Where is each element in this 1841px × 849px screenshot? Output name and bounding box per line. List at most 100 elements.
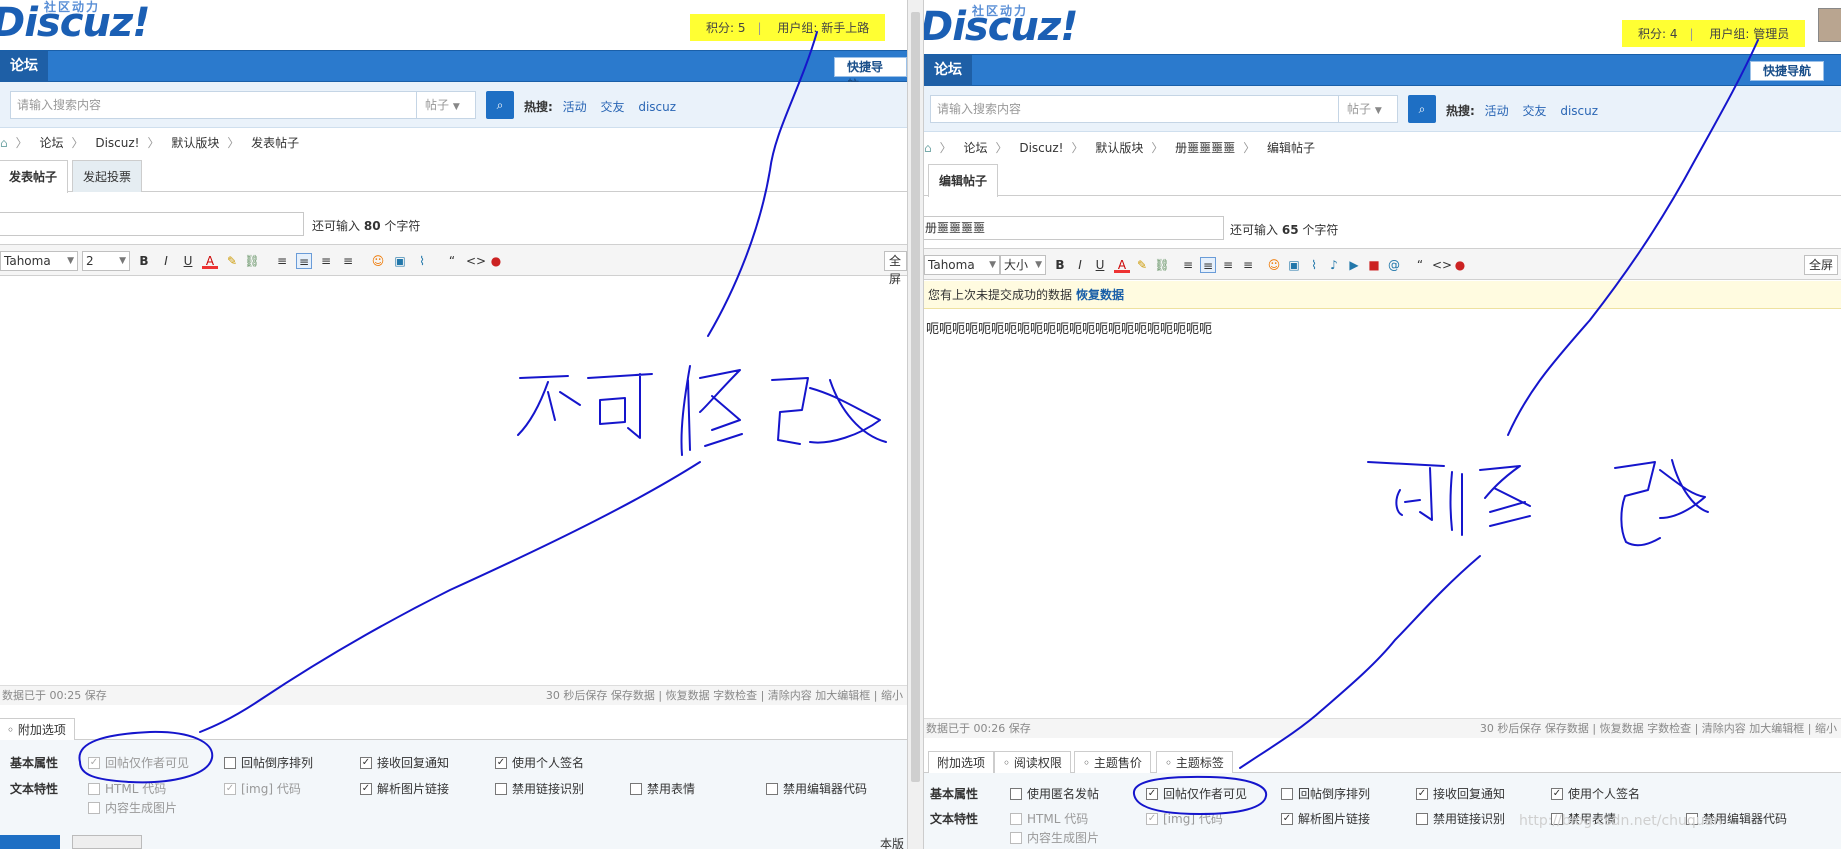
align-right-icon[interactable]: ≡ [340,253,356,269]
link-icon[interactable]: ⛓ [1154,257,1170,273]
quote-icon[interactable]: “ [1412,257,1428,273]
hot-link-discuz[interactable]: discuz [638,100,676,114]
title-input[interactable] [0,212,304,236]
search-type-select[interactable]: 帖子 ▼ [416,91,476,119]
save-draft-button[interactable] [72,835,142,849]
flash-icon[interactable]: ■ [1366,257,1382,273]
hot-link-activity[interactable]: 活动 [563,100,587,114]
window-scrollbar[interactable] [907,0,924,849]
checkbox-reverse-order[interactable]: 回帖倒序排列 [1281,785,1370,802]
quick-nav-button[interactable]: 快捷导航 [1750,61,1825,81]
editor-content-area[interactable]: 呃呃呃呃呃呃呃呃呃呃呃呃呃呃呃呃呃呃呃呃呃呃 [926,318,1806,708]
link-icon[interactable]: ⛓ [244,253,260,269]
board-rules-link[interactable]: 本版 [880,835,904,849]
tab-extra-options[interactable]: ◦ 附加选项 [0,718,75,741]
breadcrumb-default-board[interactable]: 默认版块 [1095,141,1143,155]
font-family-select[interactable]: Tahoma ▼ [924,255,1000,275]
home-icon[interactable]: ⌂ [0,136,8,150]
mention-icon[interactable]: @ [1386,257,1402,273]
search-button[interactable]: ⌕ [486,91,514,119]
align-right-icon[interactable]: ≡ [1240,257,1256,273]
magic-wand-icon[interactable]: ✎ [224,253,240,269]
hot-link-discuz[interactable]: discuz [1560,104,1598,118]
align-center-icon[interactable]: ≡ [1200,257,1216,273]
checkbox-disable-link-detect[interactable]: 禁用链接识别 [495,780,584,797]
points-link[interactable]: 积分: 4 [1638,27,1678,41]
font-size-select[interactable]: 2 ▼ [82,251,130,271]
search-button[interactable]: ⌕ [1408,95,1436,123]
attachment-icon[interactable]: ⌇ [1306,257,1322,273]
checkbox-reverse-order[interactable]: 回帖倒序排列 [224,754,313,771]
image-icon[interactable]: ▣ [392,253,408,269]
underline-icon[interactable]: U [1092,257,1108,273]
font-color-icon[interactable]: A [1114,257,1130,273]
checkbox-reply-notify[interactable]: ✓ 接收回复通知 [360,754,449,771]
smiley-icon[interactable]: ☺ [1266,257,1282,273]
checkbox-disable-smilies[interactable]: 禁用表情 [630,780,695,797]
breadcrumb-forum[interactable]: 论坛 [963,141,987,155]
tab-read-permission[interactable]: ◦ 阅读权限 [994,751,1071,774]
submit-button[interactable] [0,835,60,849]
breadcrumb-default-board[interactable]: 默认版块 [171,136,219,150]
search-input[interactable]: 请输入搜索内容 [10,91,417,119]
usergroup-link[interactable]: 用户组: 新手上路 [777,21,869,35]
points-link[interactable]: 积分: 5 [706,21,746,35]
code-icon[interactable]: <> [466,253,486,269]
hot-link-friends[interactable]: 交友 [1522,104,1546,118]
title-input[interactable]: 册噩噩噩噩 [924,216,1224,240]
attachment-icon[interactable]: ⌇ [414,253,430,269]
editor-content-area[interactable] [4,290,884,674]
checkbox-use-signature[interactable]: ✓ 使用个人签名 [1551,785,1640,802]
editor-actions[interactable]: 30 秒后保存 保存数据 | 恢复数据 字数检查 | 清除内容 加大编辑框 | … [546,686,903,706]
avatar[interactable] [1818,8,1841,42]
checkbox-content-to-image[interactable]: 内容生成图片 [1010,829,1099,846]
tab-extra-options[interactable]: 附加选项 [928,751,995,774]
align-left-icon[interactable]: ≡ [1180,257,1196,273]
tab-thread-tags[interactable]: ◦ 主题标签 [1156,751,1233,774]
breadcrumb-thread[interactable]: 册噩噩噩噩 [1175,141,1235,155]
checkbox-img-code[interactable]: ✓ [img] 代码 [1146,810,1223,827]
underline-icon[interactable]: U [180,253,196,269]
quick-nav-button[interactable]: 快捷导航 [834,57,907,92]
fullscreen-button[interactable]: 全屏 [1804,255,1839,275]
nav-tab-forum[interactable]: 论坛 [924,55,972,86]
tab-new-post[interactable]: 发表帖子 [0,160,69,193]
quote-icon[interactable]: “ [444,253,460,269]
checkbox-author-only-reply[interactable]: ✓ 回帖仅作者可见 [88,754,189,771]
qq-icon[interactable]: ● [488,253,504,269]
align-justify-icon[interactable]: ≡ [1220,257,1236,273]
image-icon[interactable]: ▣ [1286,257,1302,273]
breadcrumb-discuz[interactable]: Discuz! [1019,141,1063,155]
home-icon[interactable]: ⌂ [924,141,932,155]
bold-icon[interactable]: B [1052,257,1068,273]
breadcrumb-discuz[interactable]: Discuz! [95,136,139,150]
tab-edit-post[interactable]: 编辑帖子 [928,164,999,197]
font-family-select[interactable]: Tahoma ▼ [0,251,78,271]
checkbox-disable-link-detect[interactable]: 禁用链接识别 [1416,810,1505,827]
checkbox-parse-image-links[interactable]: ✓ 解析图片链接 [360,780,449,797]
hot-link-activity[interactable]: 活动 [1485,104,1509,118]
music-icon[interactable]: ♪ [1326,257,1342,273]
magic-wand-icon[interactable]: ✎ [1134,257,1150,273]
scrollbar-thumb[interactable] [911,12,920,782]
checkbox-img-code[interactable]: ✓ [img] 代码 [224,780,301,797]
qq-icon[interactable]: ● [1452,257,1468,273]
fullscreen-button[interactable]: 全屏 [884,251,907,286]
italic-icon[interactable]: I [158,253,174,269]
search-input[interactable]: 请输入搜索内容 [930,95,1345,123]
checkbox-author-only-reply[interactable]: ✓ 回帖仅作者可见 [1146,785,1247,802]
checkbox-disable-editor-code[interactable]: 禁用编辑器代码 [766,780,867,797]
align-center-icon[interactable]: ≡ [296,253,312,269]
bold-icon[interactable]: B [136,253,152,269]
code-icon[interactable]: <> [1432,257,1452,273]
breadcrumb-forum[interactable]: 论坛 [39,136,63,150]
checkbox-parse-image-links[interactable]: ✓ 解析图片链接 [1281,810,1370,827]
italic-icon[interactable]: I [1072,257,1088,273]
tab-new-poll[interactable]: 发起投票 [72,160,143,192]
align-justify-icon[interactable]: ≡ [318,253,334,269]
checkbox-html-code[interactable]: HTML 代码 [1010,810,1088,827]
restore-data-link[interactable]: 恢复数据 [1076,288,1124,302]
search-type-select[interactable]: 帖子 ▼ [1338,95,1398,123]
video-icon[interactable]: ▶ [1346,257,1362,273]
smiley-icon[interactable]: ☺ [370,253,386,269]
